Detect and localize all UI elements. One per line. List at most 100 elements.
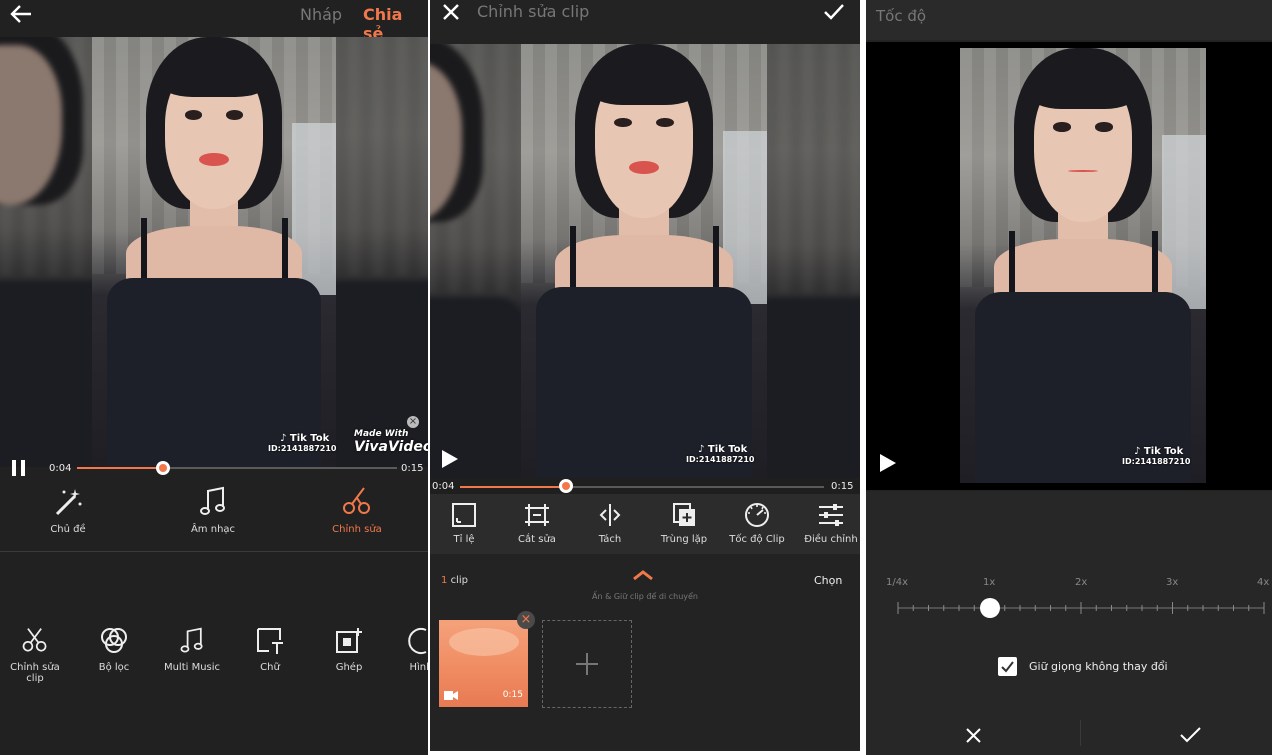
tool-split-label: Tách	[598, 534, 622, 545]
tab-music-label: Âm nhạc	[190, 524, 236, 535]
tool-sticker-label: Hình	[409, 662, 429, 673]
tool-clip-speed-label: Tốc độ Clip	[729, 534, 785, 545]
clip-duration: 0:15	[502, 690, 523, 700]
seek-bar[interactable]	[77, 467, 397, 469]
speed-header	[866, 0, 1272, 40]
video-preview[interactable]: ♪ Tik Tok ID:2141887210	[430, 44, 860, 478]
plus-icon	[576, 653, 598, 675]
video-frame	[92, 37, 336, 467]
aspect-ratio-icon	[452, 503, 476, 527]
page-title: Chỉnh sửa clip	[477, 2, 590, 21]
tool-clip-edit-label: Chỉnh sửa clip	[10, 662, 60, 684]
tools-bar	[430, 494, 860, 554]
seek-handle[interactable]	[156, 461, 170, 475]
speed-panel: Tốc độ ♪ Tik Tok ID:2141887210 1/4x 1x 2x…	[866, 0, 1272, 755]
total-time: 0:15	[401, 463, 424, 474]
add-clip-button[interactable]	[542, 620, 632, 708]
video-camera-icon	[444, 691, 458, 700]
scissors-icon	[343, 487, 370, 514]
remove-clip-button[interactable]: ×	[517, 611, 535, 629]
play-icon[interactable]	[879, 453, 897, 473]
pause-icon[interactable]	[11, 459, 27, 477]
tool-aspect-ratio-label: Tỉ lệ	[453, 534, 475, 545]
tool-adjust-label: Điều chỉnh	[804, 534, 858, 545]
clip-count-number: 1	[441, 575, 448, 586]
chevron-up-icon[interactable]	[632, 569, 654, 581]
music-note-icon	[180, 627, 203, 653]
duplicate-icon	[673, 503, 695, 526]
trim-icon	[525, 504, 549, 526]
tiktok-watermark: ♪ Tik Tok ID:2141887210	[268, 433, 337, 453]
tool-clip-speed[interactable]: Tốc độ Clip	[729, 502, 785, 545]
split-icon	[599, 504, 621, 526]
music-note-icon	[200, 486, 225, 515]
speed-control-area	[866, 491, 1272, 755]
overlay-add-icon	[336, 628, 362, 653]
tool-trim[interactable]: Cắt sửa	[512, 502, 562, 545]
tool-sticker[interactable]: Hình	[403, 626, 428, 673]
clip-count: 1 clip	[441, 575, 468, 586]
speed-slider-handle[interactable]	[980, 598, 1000, 618]
tool-overlay-label: Ghép	[335, 662, 363, 673]
cancel-icon[interactable]	[966, 728, 981, 743]
tab-edit[interactable]: Chỉnh sửa	[326, 486, 388, 535]
video-frame	[960, 48, 1206, 483]
tool-aspect-ratio[interactable]: Tỉ lệ	[440, 502, 488, 545]
sliders-icon	[819, 504, 843, 526]
vivavideo-watermark: Made With VivaVideo	[354, 429, 428, 455]
speed-tick-label-2: 2x	[1075, 577, 1088, 588]
draft-button[interactable]: Nháp	[300, 5, 342, 24]
tool-adjust[interactable]: Điều chỉnh	[804, 502, 858, 545]
remove-watermark-button[interactable]: ×	[407, 416, 419, 428]
clip-edit-panel: Chỉnh sửa clip ♪ Tik Tok ID:2141887210 0:…	[430, 0, 860, 755]
close-icon[interactable]	[442, 3, 460, 21]
tab-edit-label: Chỉnh sửa	[332, 524, 382, 535]
tool-filter-label: Bộ lọc	[98, 662, 130, 673]
clip-count-label: clip	[450, 575, 468, 586]
keep-pitch-label: Giữ giọng không thay đổi	[1029, 660, 1168, 673]
seek-handle[interactable]	[559, 479, 573, 493]
speed-slider-track[interactable]	[896, 600, 1268, 616]
page-title: Tốc độ	[876, 7, 927, 25]
tool-duplicate[interactable]: Trùng lặp	[656, 502, 712, 545]
tool-filter[interactable]: Bộ lọc	[88, 626, 140, 673]
tool-multi-music-label: Multi Music	[163, 662, 221, 673]
clip-thumbnail[interactable]: 0:15	[439, 620, 528, 707]
tool-multi-music[interactable]: Multi Music	[162, 626, 222, 673]
tool-clip-edit[interactable]: Chỉnh sửa clip	[2, 626, 68, 684]
select-button[interactable]: Chọn	[814, 574, 842, 587]
magic-wand-icon	[55, 489, 82, 516]
tab-theme-label: Chủ đề	[50, 524, 86, 535]
tiktok-watermark: ♪ Tik Tok ID:2141887210	[1122, 446, 1191, 466]
speed-tick-label-3: 3x	[1166, 577, 1179, 588]
tool-split[interactable]: Tách	[588, 502, 632, 545]
speed-tick-label-4: 4x	[1257, 577, 1270, 588]
text-icon	[257, 628, 283, 654]
tool-text-label: Chữ	[260, 662, 280, 673]
footer-divider	[1080, 720, 1081, 746]
speed-tick-label-0: 1/4x	[886, 577, 909, 588]
current-time: 0:04	[49, 463, 72, 474]
sticker-icon	[408, 628, 427, 654]
tiktok-watermark: ♪ Tik Tok ID:2141887210	[686, 444, 755, 464]
keep-pitch-checkbox[interactable]	[998, 657, 1017, 676]
bottom-nav-bar	[430, 751, 860, 755]
scissors-icon	[22, 628, 47, 652]
confirm-check-icon[interactable]	[1180, 727, 1201, 743]
video-preview[interactable]: ♪ Tik Tok ID:2141887210 Made With VivaVide…	[0, 37, 428, 467]
tool-text[interactable]: Chữ	[250, 626, 290, 673]
tab-music[interactable]: Âm nhạc	[181, 486, 245, 535]
back-arrow-icon[interactable]	[10, 5, 32, 23]
editor-main-panel: Nháp Chia sẻ ♪ Tik Tok ID:2141887210 Made…	[0, 0, 428, 755]
tab-theme[interactable]: Chủ đề	[38, 486, 98, 535]
speed-tick-label-1: 1x	[983, 577, 996, 588]
speed-gauge-icon	[745, 503, 769, 527]
tabs-divider	[0, 551, 428, 552]
tool-overlay[interactable]: Ghép	[328, 626, 370, 673]
confirm-check-icon[interactable]	[823, 3, 845, 21]
play-icon[interactable]	[441, 449, 459, 469]
video-frame	[521, 44, 767, 478]
seek-bar[interactable]	[460, 486, 824, 488]
video-preview[interactable]: ♪ Tik Tok ID:2141887210	[866, 42, 1272, 490]
checkmark-icon	[1001, 661, 1014, 673]
